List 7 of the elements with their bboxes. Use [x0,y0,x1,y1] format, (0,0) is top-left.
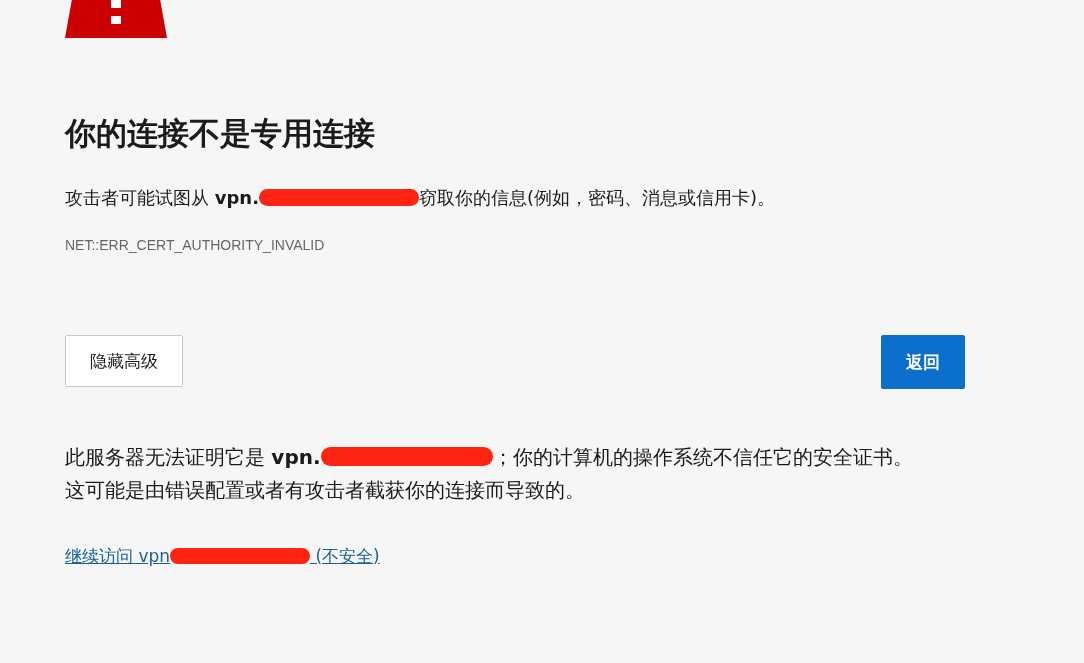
hide-advanced-button[interactable]: 隐藏高级 [65,335,183,387]
warning-icon [65,0,167,38]
error-code: NET::ERR_CERT_AUTHORITY_INVALID [65,237,326,253]
details-message: 此服务器无法证明它是 vpn. ；你的计算机的操作系统不信任它的安全证书。这可能是由错误配置或者有攻击者截获你的连接而导致的。 [65,444,914,504]
page-title: 你的连接不是专用连接 [65,114,376,153]
back-button[interactable]: 返回 [881,335,965,389]
warning-message: 攻击者可能试图从 vpn. 窃取你的信息(例如，密码、消息或信用卡)。 [65,186,777,210]
